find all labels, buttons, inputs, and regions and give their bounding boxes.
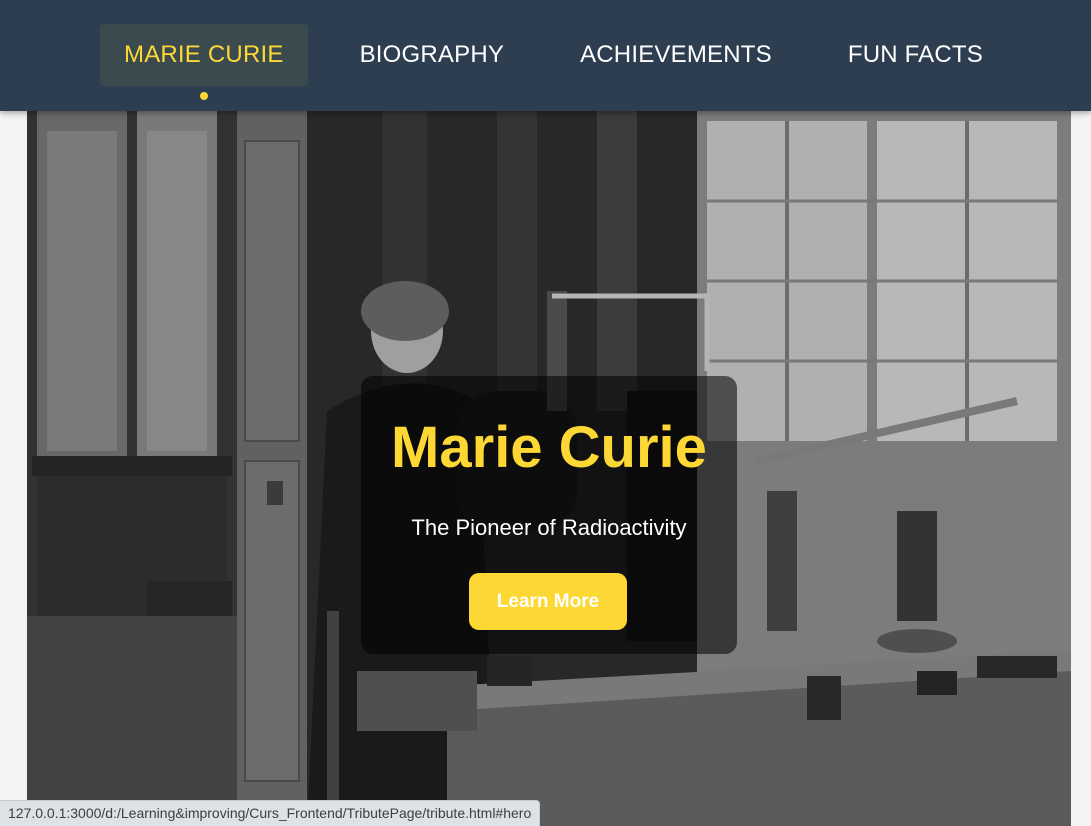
nav-item-marie-curie[interactable]: MARIE CURIE [100,24,308,100]
hero-subtitle: The Pioneer of Radioactivity [411,515,687,540]
nav-item-fun-facts[interactable]: FUN FACTS [824,24,1007,86]
hero-section: Marie Curie The Pioneer of Radioactivity… [27,111,1071,826]
active-indicator-dot [199,92,208,100]
nav-item-label: ACHIEVEMENTS [580,41,772,68]
nav-item-label: FUN FACTS [847,41,983,68]
navbar: MARIE CURIE BIOGRAPHY ACHIEVEMENTS FUN F… [0,0,1091,111]
hero-title: Marie Curie [391,415,707,480]
link-status-bar: 127.0.0.1:3000/d:/Learning&improving/Cur… [0,800,541,826]
nav-item-label: MARIE CURIE [124,41,284,68]
learn-more-button[interactable]: Learn More [469,573,627,630]
hero-overlay-card: Marie Curie The Pioneer of Radioactivity… [361,376,737,654]
nav-item-label: BIOGRAPHY [359,41,505,68]
nav-list: MARIE CURIE BIOGRAPHY ACHIEVEMENTS FUN F… [100,24,1035,100]
nav-item-biography[interactable]: BIOGRAPHY [336,24,529,86]
nav-item-achievements[interactable]: ACHIEVEMENTS [556,24,796,86]
